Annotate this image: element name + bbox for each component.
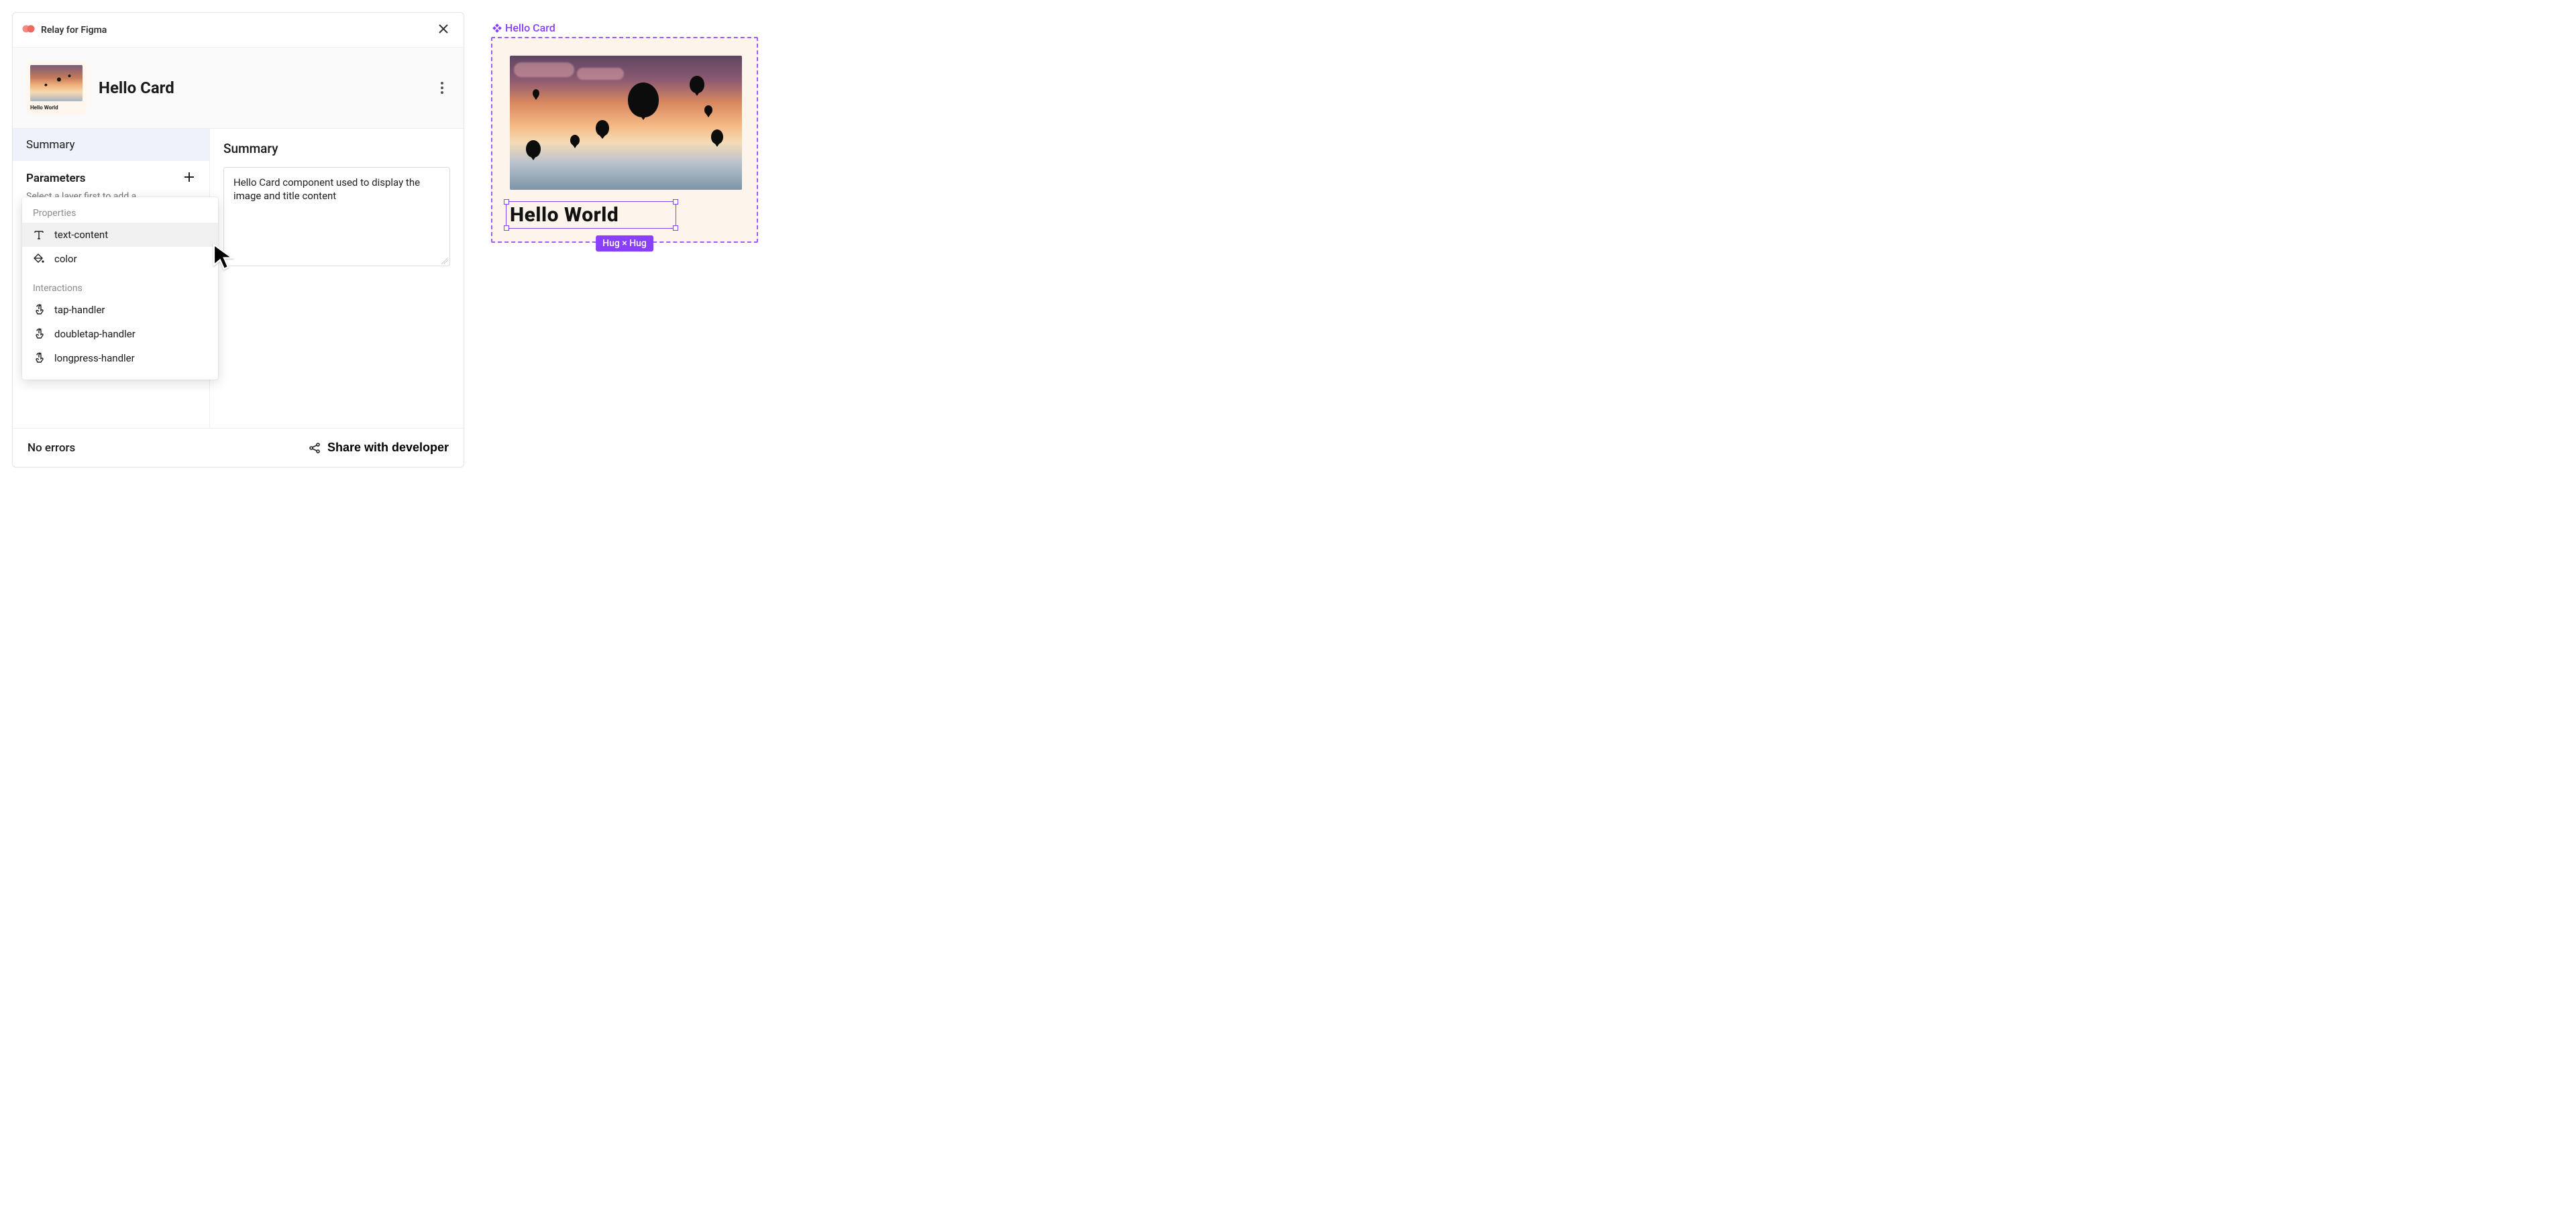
paint-bucket-icon [33,253,45,265]
plugin-titlebar: Relay for Figma [13,13,464,48]
size-badge: Hug × Hug [596,235,653,252]
close-icon [437,22,450,36]
dropdown-item-text-content[interactable]: text-content [22,223,218,247]
dropdown-section-properties: Properties [22,204,218,223]
add-parameter-dropdown: Properties text-content color [22,197,218,380]
resize-handle-tl[interactable] [504,199,509,205]
figma-canvas: Hello Card Hello World Hug × Hug [491,21,758,243]
share-label: Share with developer [327,441,449,455]
status-text: No errors [28,441,75,455]
plugin-logo-icon [22,24,36,36]
dropdown-item-color[interactable]: color [22,247,218,271]
component-frame[interactable]: Hello World Hug × Hug [491,37,758,243]
plugin-panel: Relay for Figma Hello World Hello Card S… [12,12,464,467]
more-menu-button[interactable] [434,78,450,98]
thumbnail-image [30,65,83,101]
dropdown-item-label: longpress-handler [54,352,135,364]
close-button[interactable] [434,19,453,40]
component-icon [492,23,502,33]
sidebar-item-parameters[interactable]: Parameters [13,161,209,190]
dropdown-item-longpress-handler[interactable]: longpress-handler [22,346,218,370]
plus-icon [182,170,196,184]
dropdown-section-interactions: Interactions [22,279,218,298]
text-icon [33,229,45,241]
card-image[interactable] [510,56,742,190]
dropdown-item-label: doubletap-handler [54,328,136,340]
dropdown-item-doubletap-handler[interactable]: doubletap-handler [22,322,218,346]
summary-textarea[interactable]: Hello Card component used to display the… [223,167,450,266]
component-title: Hello Card [99,78,174,97]
add-parameter-button[interactable] [181,169,197,187]
component-thumbnail: Hello World [26,61,87,115]
component-frame-label[interactable]: Hello Card [492,21,758,34]
parameters-label: Parameters [26,172,86,185]
sidebar: Summary Parameters Select a layer first … [13,129,210,428]
main-title: Summary [223,141,450,156]
card-title-text: Hello World [510,203,672,227]
tap-icon [33,352,45,364]
share-icon [309,442,321,454]
share-button[interactable]: Share with developer [309,441,449,455]
tap-icon [33,304,45,316]
resize-handle-tr[interactable] [673,199,678,205]
panel-footer: No errors Share with developer [13,428,464,467]
panel-body: Summary Parameters Select a layer first … [13,129,464,428]
frame-label-text: Hello Card [505,21,555,34]
sidebar-item-summary[interactable]: Summary [13,129,209,161]
plugin-title: Relay for Figma [41,25,107,36]
dropdown-item-label: color [54,253,77,265]
thumbnail-label: Hello World [30,105,83,111]
dropdown-item-label: text-content [54,229,108,241]
main-content: Summary Hello Card component used to dis… [210,129,464,428]
resize-handle-br[interactable] [673,225,678,231]
resize-handle-bl[interactable] [504,225,509,231]
component-header: Hello World Hello Card [13,48,464,129]
dropdown-item-tap-handler[interactable]: tap-handler [22,298,218,322]
dropdown-item-label: tap-handler [54,304,105,316]
tap-icon [33,328,45,340]
selected-text-layer[interactable]: Hello World [510,203,672,227]
